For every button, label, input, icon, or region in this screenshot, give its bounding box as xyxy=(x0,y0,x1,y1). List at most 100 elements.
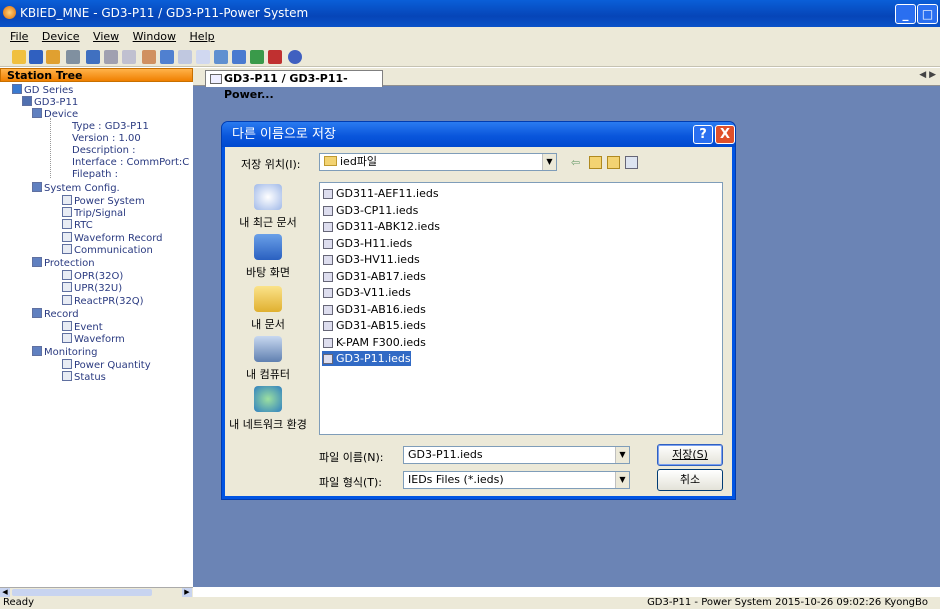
tree-item[interactable]: Trip/Signal xyxy=(62,207,126,219)
close-icon[interactable] xyxy=(268,50,282,64)
tree-item[interactable]: Type : GD3-P11 xyxy=(72,121,149,132)
tree-item[interactable]: Event xyxy=(62,321,103,333)
settings-icon[interactable] xyxy=(178,50,192,64)
tree-node-icon xyxy=(12,84,22,94)
menu-file[interactable]: File xyxy=(10,30,28,43)
file-icon xyxy=(323,354,333,364)
filetype-select[interactable]: IEDs Files (*.ieds) ▼ xyxy=(403,471,630,489)
place-computer[interactable]: 내 컴퓨터 xyxy=(225,336,311,382)
tree-item[interactable]: Protection xyxy=(32,257,95,269)
tree-item-label: Monitoring xyxy=(44,347,98,358)
tree-item[interactable]: Communication xyxy=(62,244,153,256)
network-icon[interactable] xyxy=(250,50,264,64)
read-icon[interactable] xyxy=(86,50,100,64)
tree-item-label: GD Series xyxy=(24,85,74,96)
tree-item[interactable]: Waveform xyxy=(62,333,125,345)
up-folder-icon[interactable] xyxy=(589,156,602,169)
save-location-value: ied파일 xyxy=(340,155,378,168)
tree-item[interactable]: Waveform Record xyxy=(62,232,163,244)
tree-item[interactable]: Version : 1.00 xyxy=(72,133,141,144)
save-icon[interactable] xyxy=(29,50,43,64)
cancel-button[interactable]: 취소 xyxy=(657,469,723,491)
scroll-left-arrow[interactable]: ◀ xyxy=(0,588,10,597)
file-list-item[interactable]: K-PAM F300.ieds xyxy=(322,335,426,350)
tree-item[interactable]: Power System xyxy=(62,195,145,207)
file-list-item[interactable]: GD311-ABK12.ieds xyxy=(322,219,440,234)
tree-item[interactable]: Filepath : xyxy=(72,169,118,180)
file-icon xyxy=(323,205,333,216)
place-network[interactable]: 내 네트워크 환경 xyxy=(225,386,311,432)
maximize-button[interactable]: □ xyxy=(917,4,938,24)
file-icon xyxy=(323,189,333,199)
tree-item[interactable]: Interface : CommPort:C xyxy=(72,157,189,168)
chevron-down-icon[interactable]: ▼ xyxy=(542,154,556,170)
file-list-item[interactable]: GD31-AB15.ieds xyxy=(322,318,426,333)
menu-help[interactable]: Help xyxy=(190,30,215,43)
file-list-item[interactable]: GD311-AEF11.ieds xyxy=(322,186,439,201)
tree-horizontal-scrollbar[interactable]: ◀ ▶ xyxy=(0,587,193,597)
tree-item[interactable]: Description : xyxy=(72,145,136,156)
tab-scroll-arrows[interactable]: ◀ ▶ xyxy=(919,70,936,80)
menu-view[interactable]: View xyxy=(93,30,119,43)
write-icon[interactable] xyxy=(104,50,118,64)
back-icon[interactable]: ⇦ xyxy=(571,156,584,169)
open-icon[interactable] xyxy=(46,50,60,64)
chart-icon[interactable] xyxy=(214,50,228,64)
tree-item[interactable]: Device xyxy=(32,108,78,120)
place-documents[interactable]: 내 문서 xyxy=(225,286,311,332)
tree-item[interactable]: Record xyxy=(32,308,79,320)
chevron-down-icon[interactable]: ▼ xyxy=(615,447,629,463)
save-button[interactable]: 저장(S) xyxy=(657,444,723,466)
toolbar xyxy=(0,47,940,67)
document-tab[interactable]: GD3-P11 / GD3-P11-Power... xyxy=(205,70,383,101)
menu-window[interactable]: Window xyxy=(133,30,176,43)
dialog-title: 다른 이름으로 저장 xyxy=(232,127,336,142)
tree-item[interactable]: GD Series xyxy=(12,84,73,96)
tree-item[interactable]: UPR(32U) xyxy=(62,282,122,294)
file-list-item[interactable]: GD31-AB16.ieds xyxy=(322,302,426,317)
tree-item[interactable]: RTC xyxy=(62,219,93,231)
tree-item[interactable]: Monitoring xyxy=(32,346,97,358)
tree-node-icon xyxy=(32,257,42,267)
tree-item[interactable]: Power Quantity xyxy=(62,359,151,371)
tree-item[interactable]: ReactPR(32Q) xyxy=(62,295,144,307)
tree-item-label: Type : GD3-P11 xyxy=(72,121,149,132)
dialog-close-button[interactable]: X xyxy=(715,125,735,144)
file-icon xyxy=(323,271,333,282)
document-tab-strip: GD3-P11 / GD3-P11-Power... ◀ ▶ xyxy=(193,68,940,101)
place-recent[interactable]: 내 최근 문서 xyxy=(225,184,311,230)
refresh-icon[interactable] xyxy=(122,50,136,64)
file-list-item[interactable]: GD3-H11.ieds xyxy=(322,236,412,251)
waveform-icon[interactable] xyxy=(232,50,246,64)
minimize-button[interactable]: _ xyxy=(895,4,916,24)
tree-item[interactable]: GD3-P11 xyxy=(22,96,78,108)
scroll-thumb[interactable] xyxy=(12,589,152,596)
view-menu-icon[interactable] xyxy=(625,156,638,169)
chevron-down-icon[interactable]: ▼ xyxy=(615,472,629,488)
new-folder-icon[interactable] xyxy=(607,156,620,169)
new-icon[interactable] xyxy=(12,50,26,64)
file-list-item[interactable]: GD3-P11.ieds xyxy=(322,351,411,366)
file-list[interactable]: GD311-AEF11.ieds GD3-CP11.ieds GD311-ABK12… xyxy=(319,182,723,435)
tree-item[interactable]: Status xyxy=(62,371,106,383)
window-icon[interactable] xyxy=(196,50,210,64)
file-list-item[interactable]: GD3-V11.ieds xyxy=(322,285,411,300)
folder-icon xyxy=(324,156,337,166)
tree-item-label: Record xyxy=(44,309,79,320)
save-location-select[interactable]: ied파일 ▼ xyxy=(319,153,557,171)
file-list-item[interactable]: GD31-AB17.ieds xyxy=(322,269,426,284)
disconnect-icon[interactable] xyxy=(160,50,174,64)
filename-input[interactable]: GD3-P11.ieds ▼ xyxy=(403,446,630,464)
save-as-dialog: 다른 이름으로 저장 ? X 저장 위치(I): ied파일 ▼ ⇦ 내 최근 … xyxy=(222,122,735,499)
file-list-item[interactable]: GD3-HV11.ieds xyxy=(322,252,420,267)
scroll-right-arrow[interactable]: ▶ xyxy=(182,588,192,597)
help-icon[interactable] xyxy=(288,50,302,64)
tree-item[interactable]: OPR(32O) xyxy=(62,270,123,282)
file-list-item[interactable]: GD3-CP11.ieds xyxy=(322,203,418,218)
place-desktop[interactable]: 바탕 화면 xyxy=(225,234,311,280)
connect-icon[interactable] xyxy=(142,50,156,64)
tree-item[interactable]: System Config. xyxy=(32,182,120,194)
menu-device[interactable]: Device xyxy=(42,30,80,43)
print-icon[interactable] xyxy=(66,50,80,64)
dialog-help-button[interactable]: ? xyxy=(693,125,713,144)
